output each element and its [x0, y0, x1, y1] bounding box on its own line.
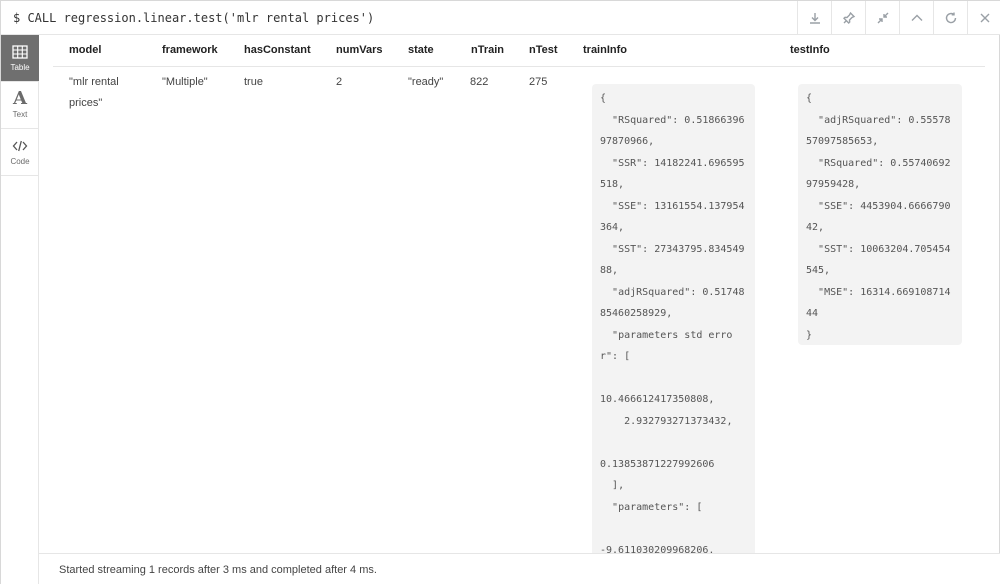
column-header-model[interactable]: model	[69, 44, 101, 56]
tab-table[interactable]: Table	[1, 35, 39, 82]
cell-ntrain: 822	[470, 76, 489, 88]
column-header-framework[interactable]: framework	[162, 44, 218, 56]
cell-numvars: 2	[336, 76, 343, 88]
tab-code-label: Code	[10, 157, 30, 166]
cell-model: "mlr rental prices"	[69, 76, 119, 109]
code-icon	[12, 140, 28, 152]
collapse-button[interactable]	[865, 1, 899, 35]
download-icon	[809, 13, 820, 24]
frame-toolbar	[797, 1, 1000, 35]
column-header-hasconstant[interactable]: hasConstant	[244, 44, 311, 56]
command-text[interactable]: $ CALL regression.linear.test('mlr renta…	[13, 11, 374, 25]
close-button[interactable]	[967, 1, 1000, 35]
tab-text-label: Text	[12, 110, 28, 119]
pin-button[interactable]	[831, 1, 865, 35]
column-header-numvars[interactable]: numVars	[336, 44, 382, 56]
column-header-traininfo[interactable]: trainInfo	[583, 44, 627, 56]
text-icon: A	[13, 88, 27, 109]
column-header-testinfo[interactable]: testInfo	[790, 44, 830, 56]
column-header-state[interactable]: state	[408, 44, 434, 56]
cell-testinfo: { "adjRSquared": 0.5557857097585653, "RS…	[798, 84, 962, 345]
chevron-up-icon	[911, 14, 922, 21]
cell-ntest: 275	[529, 76, 548, 88]
column-header-ntest[interactable]: nTest	[529, 44, 558, 56]
cell-framework: "Multiple"	[162, 76, 208, 88]
tab-text[interactable]: A Text	[1, 82, 39, 129]
collapse-icon	[877, 12, 888, 24]
download-button[interactable]	[797, 1, 831, 35]
cell-state: "ready"	[408, 76, 444, 88]
view-switcher: Table A Text Code	[1, 35, 39, 584]
rerun-button[interactable]	[933, 1, 967, 35]
result-frame: $ CALL regression.linear.test('mlr renta…	[0, 0, 1000, 584]
tab-code[interactable]: Code	[1, 129, 39, 176]
close-icon	[980, 13, 989, 23]
tab-table-label: Table	[10, 63, 30, 72]
table-view[interactable]: model framework hasConstant numVars stat…	[39, 35, 1000, 553]
collapse-up-button[interactable]	[899, 1, 933, 35]
column-header-ntrain[interactable]: nTrain	[471, 44, 504, 56]
status-message: Started streaming 1 records after 3 ms a…	[59, 564, 377, 576]
status-bar: Started streaming 1 records after 3 ms a…	[39, 553, 1000, 584]
table-icon	[12, 45, 28, 59]
command-bar: $ CALL regression.linear.test('mlr renta…	[1, 1, 1000, 35]
refresh-icon	[945, 12, 956, 24]
cell-traininfo: { "RSquared": 0.5186639697870966, "SSR":…	[592, 84, 755, 553]
pin-icon	[842, 11, 855, 24]
table-header: model framework hasConstant numVars stat…	[53, 35, 985, 67]
cell-hasconstant: true	[244, 76, 263, 88]
